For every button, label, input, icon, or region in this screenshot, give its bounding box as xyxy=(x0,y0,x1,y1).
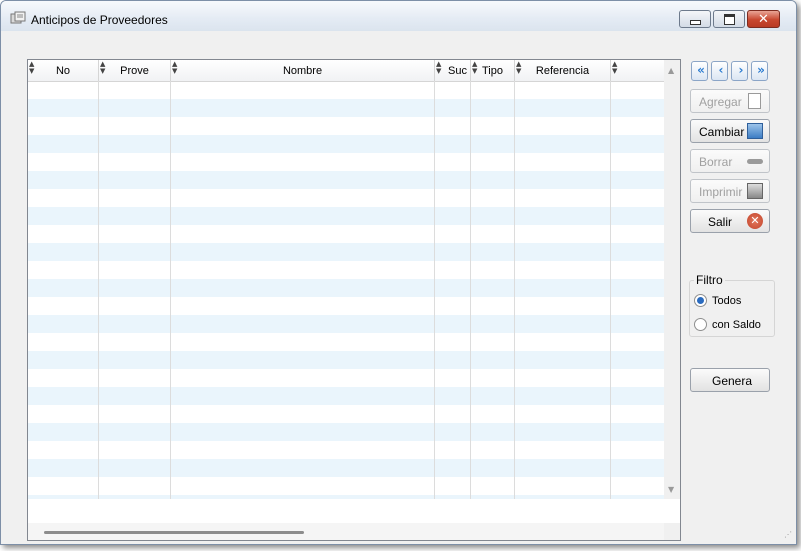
table-row[interactable] xyxy=(28,297,665,315)
radio-con-saldo[interactable]: con Saldo xyxy=(694,317,761,332)
table-row[interactable] xyxy=(28,387,665,405)
new-document-icon xyxy=(748,93,761,109)
radio-button[interactable] xyxy=(694,318,707,332)
sort-icon: ▲ ▼ xyxy=(100,60,106,75)
minus-icon xyxy=(747,159,763,164)
table-row[interactable] xyxy=(28,369,665,387)
anticipos-grid[interactable]: ▲ ▼ No ▲ ▼ Prove ▲ ▼ Nombre ▲ ▼ Suc ▲ ▼ Tipo ▲ ▼ Ref… xyxy=(27,59,681,541)
maximize-icon xyxy=(723,13,735,25)
table-row[interactable] xyxy=(28,99,665,117)
sort-icon: ▲ ▼ xyxy=(29,60,35,75)
close-icon: ✕ xyxy=(758,11,769,27)
sort-icon: ▲ ▼ xyxy=(472,60,478,75)
nav-first-button[interactable]: « xyxy=(691,61,708,81)
column-header-extra[interactable]: ▲ ▼ xyxy=(611,60,665,81)
imprimir-button[interactable]: Imprimir xyxy=(690,179,770,203)
printer-icon xyxy=(747,183,763,199)
main-window: Anticipos de Proveedores ✕ ▲ ▼ No ▲ ▼ Prove … xyxy=(0,0,797,545)
column-divider xyxy=(514,81,515,499)
table-row[interactable] xyxy=(28,459,665,477)
table-row[interactable] xyxy=(28,225,665,243)
sort-icon: ▲ ▼ xyxy=(172,60,178,75)
column-divider xyxy=(434,81,435,499)
chevron-left-icon: ‹ xyxy=(718,63,724,77)
vertical-scrollbar[interactable]: ▲ ▼ xyxy=(664,60,680,499)
close-circle-icon: ✕ xyxy=(747,213,763,229)
scroll-up-icon[interactable]: ▲ xyxy=(668,66,674,75)
column-header-nombre[interactable]: ▲ ▼ Nombre xyxy=(171,60,435,81)
table-row[interactable] xyxy=(28,207,665,225)
filtro-group: Filtro Todos con Saldo xyxy=(689,273,775,337)
column-header-referencia[interactable]: ▲ ▼ Referencia xyxy=(515,60,611,81)
nav-prev-button[interactable]: ‹ xyxy=(711,61,728,81)
scroll-corner xyxy=(664,523,680,540)
horizontal-scrollbar[interactable] xyxy=(28,523,665,540)
app-icon xyxy=(10,11,26,24)
cambiar-button[interactable]: Cambiar xyxy=(690,119,770,143)
close-window-button[interactable]: ✕ xyxy=(747,10,780,28)
column-divider xyxy=(470,81,471,499)
genera-button[interactable]: Genera xyxy=(690,368,770,392)
client-area: ▲ ▼ No ▲ ▼ Prove ▲ ▼ Nombre ▲ ▼ Suc ▲ ▼ Tipo ▲ ▼ Ref… xyxy=(8,32,788,541)
double-chevron-right-icon: » xyxy=(757,63,765,77)
table-row[interactable] xyxy=(28,333,665,351)
minimize-button[interactable] xyxy=(679,10,711,28)
table-row[interactable] xyxy=(28,495,665,499)
table-row[interactable] xyxy=(28,153,665,171)
grid-header: ▲ ▼ No ▲ ▼ Prove ▲ ▼ Nombre ▲ ▼ Suc ▲ ▼ Tipo ▲ ▼ Ref… xyxy=(28,60,665,82)
nav-next-button[interactable]: › xyxy=(731,61,748,81)
table-row[interactable] xyxy=(28,189,665,207)
filtro-legend: Filtro xyxy=(694,273,725,287)
sort-icon: ▲ ▼ xyxy=(612,60,618,75)
column-divider xyxy=(98,81,99,499)
table-row[interactable] xyxy=(28,351,665,369)
sort-icon: ▲ ▼ xyxy=(516,60,522,75)
minimize-icon xyxy=(689,19,701,25)
nav-last-button[interactable]: » xyxy=(751,61,768,81)
table-row[interactable] xyxy=(28,135,665,153)
scroll-down-icon[interactable]: ▼ xyxy=(668,485,674,494)
grid-rows xyxy=(28,81,665,499)
salir-button[interactable]: Salir ✕ xyxy=(690,209,770,233)
table-row[interactable] xyxy=(28,261,665,279)
table-row[interactable] xyxy=(28,81,665,99)
horizontal-scroll-thumb[interactable] xyxy=(44,531,304,534)
table-row[interactable] xyxy=(28,117,665,135)
window-title: Anticipos de Proveedores xyxy=(31,13,168,27)
table-row[interactable] xyxy=(28,243,665,261)
radio-todos[interactable]: Todos xyxy=(694,293,741,308)
column-header-prove[interactable]: ▲ ▼ Prove xyxy=(99,60,171,81)
agregar-button[interactable]: Agregar xyxy=(690,89,770,113)
table-row[interactable] xyxy=(28,423,665,441)
borrar-button[interactable]: Borrar xyxy=(690,149,770,173)
column-header-suc[interactable]: ▲ ▼ Suc xyxy=(435,60,471,81)
table-row[interactable] xyxy=(28,441,665,459)
maximize-button[interactable] xyxy=(713,10,745,28)
sort-icon: ▲ ▼ xyxy=(436,60,442,75)
column-header-no[interactable]: ▲ ▼ No xyxy=(28,60,99,81)
chevron-right-icon: › xyxy=(738,63,744,77)
radio-button-checked[interactable] xyxy=(694,294,707,308)
table-row[interactable] xyxy=(28,477,665,495)
column-divider xyxy=(170,81,171,499)
column-divider xyxy=(610,81,611,499)
table-row[interactable] xyxy=(28,279,665,297)
table-row[interactable] xyxy=(28,171,665,189)
edit-icon xyxy=(747,123,763,139)
double-chevron-left-icon: « xyxy=(697,63,705,77)
table-row[interactable] xyxy=(28,405,665,423)
table-row[interactable] xyxy=(28,315,665,333)
column-header-tipo[interactable]: ▲ ▼ Tipo xyxy=(471,60,515,81)
resize-grip-icon[interactable]: ⋰ xyxy=(784,531,794,542)
title-bar[interactable]: Anticipos de Proveedores ✕ xyxy=(1,1,796,31)
